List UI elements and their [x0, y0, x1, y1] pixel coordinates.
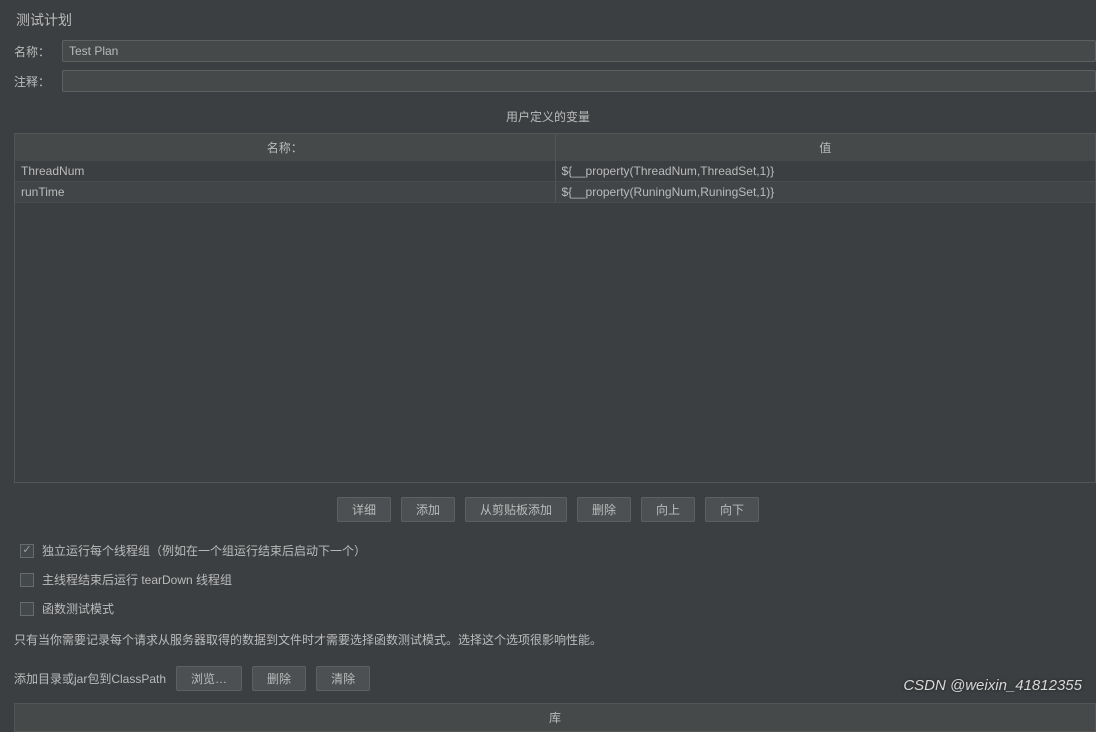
column-header-name[interactable]: 名称：	[15, 134, 556, 161]
name-input[interactable]	[62, 40, 1096, 62]
browse-button[interactable]: 浏览…	[176, 666, 242, 691]
teardown-checkbox[interactable]	[20, 573, 34, 587]
cell-name[interactable]: runTime	[15, 182, 556, 202]
classpath-delete-button[interactable]: 删除	[252, 666, 306, 691]
cell-name[interactable]: ThreadNum	[15, 161, 556, 181]
column-header-value[interactable]: 值	[556, 134, 1096, 161]
delete-button[interactable]: 删除	[577, 497, 631, 522]
functional-note: 只有当你需要记录每个请求从服务器取得的数据到文件时才需要选择函数测试模式。选择这…	[0, 623, 1096, 656]
variables-table-body[interactable]: ThreadNum ${__property(ThreadNum,ThreadS…	[15, 161, 1095, 482]
table-row[interactable]: ThreadNum ${__property(ThreadNum,ThreadS…	[15, 161, 1095, 182]
variables-section-header: 用户定义的变量	[0, 96, 1096, 133]
clear-button[interactable]: 清除	[316, 666, 370, 691]
page-title: 测试计划	[0, 0, 1096, 36]
variables-table: 名称： 值 ThreadNum ${__property(ThreadNum,T…	[14, 133, 1096, 483]
library-column-header[interactable]: 库	[14, 703, 1096, 732]
functional-checkbox[interactable]	[20, 602, 34, 616]
serialize-checkbox[interactable]	[20, 544, 34, 558]
cell-value[interactable]: ${__property(RuningNum,RuningSet,1)}	[556, 182, 1096, 202]
serialize-label: 独立运行每个线程组（例如在一个组运行结束后启动下一个）	[42, 542, 366, 559]
detail-button[interactable]: 详细	[337, 497, 391, 522]
teardown-label: 主线程结束后运行 tearDown 线程组	[42, 571, 232, 588]
add-from-clipboard-button[interactable]: 从剪贴板添加	[465, 497, 567, 522]
functional-label: 函数测试模式	[42, 600, 114, 617]
name-label: 名称：	[14, 43, 56, 60]
add-button[interactable]: 添加	[401, 497, 455, 522]
cell-value[interactable]: ${__property(ThreadNum,ThreadSet,1)}	[556, 161, 1096, 181]
comment-label: 注释：	[14, 73, 56, 90]
up-button[interactable]: 向上	[641, 497, 695, 522]
table-row[interactable]: runTime ${__property(RuningNum,RuningSet…	[15, 182, 1095, 203]
down-button[interactable]: 向下	[705, 497, 759, 522]
classpath-label: 添加目录或jar包到ClassPath	[14, 670, 166, 687]
comment-input[interactable]	[62, 70, 1096, 92]
